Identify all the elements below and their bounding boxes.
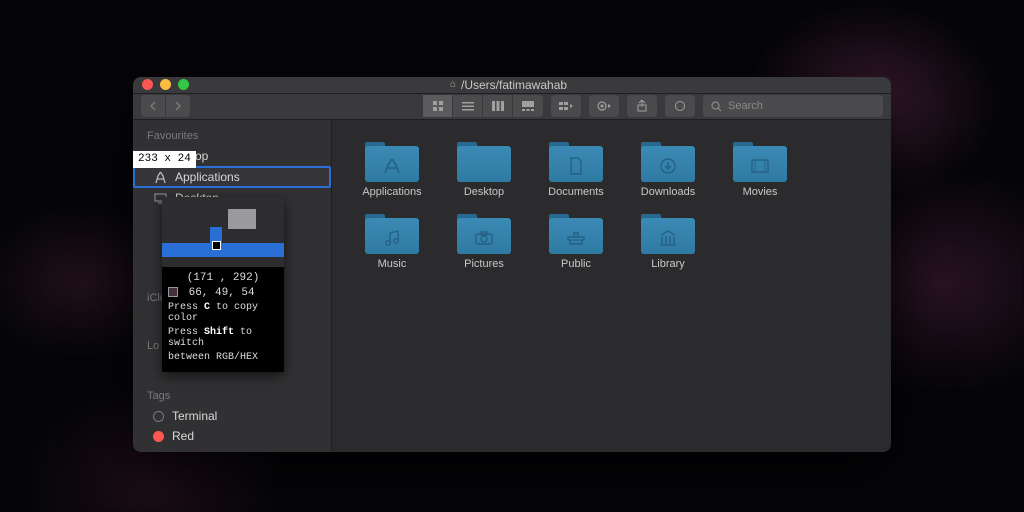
folder-item[interactable]: Music (346, 210, 438, 270)
help-line-1: Press C to copy color (168, 302, 278, 324)
column-view-button[interactable] (483, 95, 513, 117)
sidebar-tag-red[interactable]: Red (133, 426, 331, 446)
color-readout: 66, 49, 54 (168, 287, 278, 299)
gear-icon (596, 100, 612, 112)
sidebar-tag-terminal[interactable]: Terminal (133, 406, 331, 426)
arrange-button[interactable] (551, 95, 581, 117)
share-button[interactable] (627, 95, 657, 117)
folder-icon (365, 138, 419, 182)
icon-view-button[interactable] (423, 95, 453, 117)
search-input[interactable] (728, 100, 875, 112)
folder-icon (457, 210, 511, 254)
list-icon (462, 101, 474, 111)
arrange-icon (559, 101, 573, 111)
folder-label: Desktop (464, 186, 504, 198)
folder-item[interactable]: Documents (530, 138, 622, 198)
tag-dot-icon (153, 431, 164, 442)
cursor-coords: (171 , 292) (168, 272, 278, 284)
chevron-left-icon (149, 101, 157, 111)
back-button[interactable] (141, 95, 165, 117)
file-grid[interactable]: Applications Desktop Documents Downloads Mov… (332, 120, 891, 452)
folder-item[interactable]: Desktop (438, 138, 530, 198)
folder-icon (641, 210, 695, 254)
folder-label: Pictures (464, 258, 504, 270)
title-text: /Users/fatimawahab (461, 78, 567, 92)
folder-label: Library (651, 258, 685, 270)
folder-label: Movies (743, 186, 778, 198)
folder-label: Music (378, 258, 407, 270)
minimize-button[interactable] (160, 79, 171, 90)
share-icon (636, 100, 648, 112)
pixel-magnifier (162, 197, 284, 267)
folder-item[interactable]: Public (530, 210, 622, 270)
folder-item[interactable]: Pictures (438, 210, 530, 270)
folder-item[interactable]: Applications (346, 138, 438, 198)
view-mode-group (423, 95, 543, 117)
columns-icon (492, 101, 504, 111)
tags-header: Tags (133, 386, 331, 406)
chevron-right-icon (174, 101, 182, 111)
help-line-2: Press Shift to switch (168, 327, 278, 349)
folder-icon (365, 210, 419, 254)
home-icon: ⌂ (450, 79, 456, 90)
toolbar (133, 94, 891, 120)
folder-icon (549, 138, 603, 182)
close-button[interactable] (142, 79, 153, 90)
forward-button[interactable] (166, 95, 190, 117)
folder-item[interactable]: Library (622, 210, 714, 270)
action-menu-button[interactable] (589, 95, 619, 117)
crosshair-icon (212, 241, 221, 250)
gallery-icon (522, 101, 534, 111)
search-field[interactable] (703, 95, 883, 117)
titlebar[interactable]: ⌂ /Users/fatimawahab (133, 77, 891, 94)
tag-icon (674, 100, 686, 112)
search-icon (711, 101, 722, 112)
grid-icon (432, 100, 444, 112)
sidebar-item-label: Applications (175, 170, 240, 184)
favourites-header: Favourites (133, 126, 331, 146)
folder-label: Documents (548, 186, 604, 198)
gallery-view-button[interactable] (513, 95, 543, 117)
folder-icon (641, 138, 695, 182)
sidebar-item-label: Terminal (172, 409, 217, 423)
folder-item[interactable]: Downloads (622, 138, 714, 198)
sidebar-item-label: Red (172, 429, 194, 443)
arrange-group (551, 95, 581, 117)
color-picker-overlay: (171 , 292) 66, 49, 54 Press C to copy c… (162, 197, 284, 372)
dimension-badge: 233 x 24 (133, 151, 196, 168)
folder-label: Applications (362, 186, 421, 198)
window-controls (142, 79, 189, 90)
applications-icon (153, 170, 167, 184)
help-line-3: between RGB/HEX (168, 352, 278, 363)
tag-dot-icon (153, 411, 164, 422)
color-swatch-icon (168, 287, 178, 297)
folder-label: Downloads (641, 186, 695, 198)
folder-icon (733, 138, 787, 182)
folder-icon (457, 138, 511, 182)
window-title: ⌂ /Users/fatimawahab (189, 78, 828, 92)
sidebar-item-applications[interactable]: Applications (133, 166, 331, 188)
tags-button[interactable] (665, 95, 695, 117)
folder-icon (549, 210, 603, 254)
folder-item[interactable]: Movies (714, 138, 806, 198)
folder-label: Public (561, 258, 591, 270)
zoom-button[interactable] (178, 79, 189, 90)
list-view-button[interactable] (453, 95, 483, 117)
